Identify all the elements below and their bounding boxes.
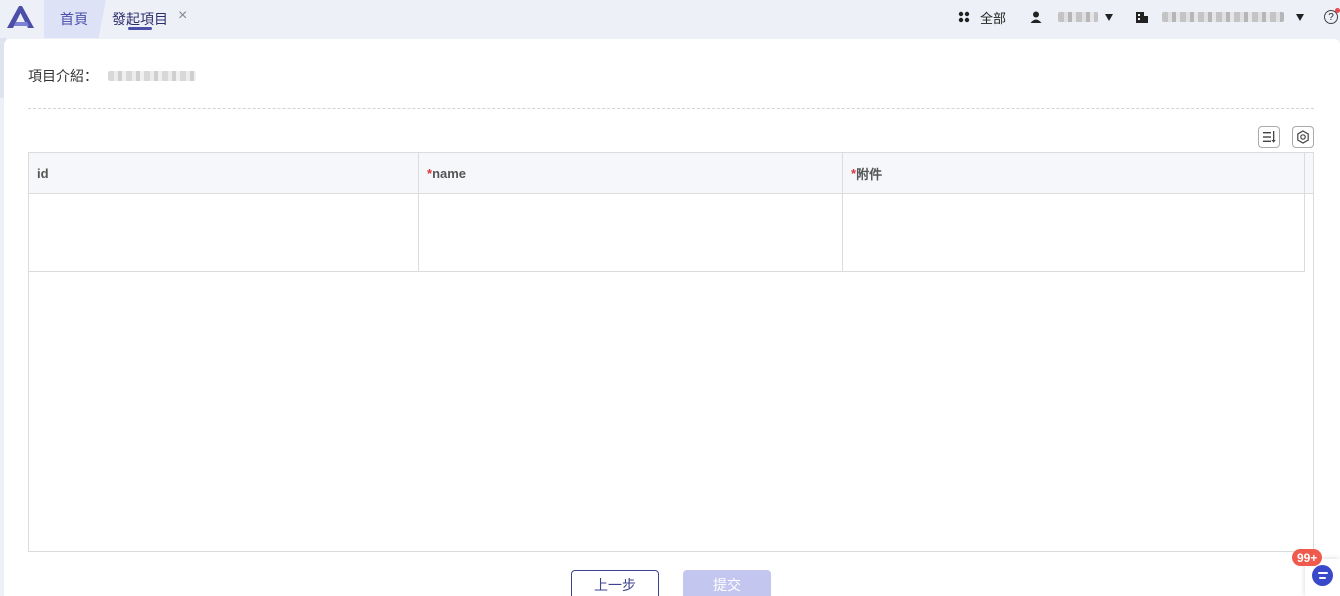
table-settings-button[interactable]: [1292, 126, 1314, 148]
user-name-redacted: [1058, 12, 1098, 22]
building-icon: [1136, 12, 1148, 23]
tab-home[interactable]: 首頁: [44, 0, 106, 38]
column-header-id-label: id: [37, 165, 49, 181]
user-icon: [1030, 11, 1042, 23]
cell-id[interactable]: [29, 194, 419, 271]
column-header-attachment-label: 附件: [856, 166, 883, 182]
grid-apps-icon: [958, 11, 970, 23]
project-intro-label: 項目介紹：: [28, 68, 98, 84]
top-bar: 首頁 發起項目 × 全部 ?: [0, 0, 1340, 38]
column-order-button[interactable]: [1258, 126, 1280, 148]
chat-icon[interactable]: [1312, 565, 1333, 586]
active-tab-indicator: [128, 27, 152, 30]
chevron-down-icon: [1296, 13, 1304, 21]
previous-step-button[interactable]: 上一步: [571, 570, 659, 596]
table-header: id * name * 附件: [29, 153, 1313, 194]
help-label: ?: [1328, 11, 1334, 23]
user-menu[interactable]: [1030, 11, 1113, 23]
app-logo-icon[interactable]: [5, 4, 37, 30]
chevron-down-icon: [1105, 13, 1113, 21]
main-panel: 項目介紹： id * name * 附件 上一步 提交: [4, 39, 1340, 596]
section-divider: [28, 108, 1314, 109]
table-row[interactable]: [29, 194, 1305, 272]
notification-badge: 99+: [1292, 549, 1323, 566]
organization-menu[interactable]: [1135, 11, 1304, 23]
header-tools: 全部 ?: [958, 0, 1340, 34]
tab-home-label: 首頁: [60, 11, 88, 27]
settings-gear-icon: [1297, 130, 1309, 144]
all-label: 全部: [979, 10, 1006, 26]
organization-name-redacted: [1162, 12, 1284, 22]
help-icon[interactable]: ?: [1324, 8, 1340, 24]
tab-start-project[interactable]: 發起項目: [112, 0, 168, 38]
column-sort-icon: [1263, 131, 1276, 143]
project-intro: 項目介紹：: [28, 66, 196, 86]
column-header-attachment[interactable]: * 附件: [843, 153, 1305, 193]
cell-name[interactable]: [419, 194, 843, 271]
column-header-name[interactable]: * name: [419, 153, 843, 193]
project-intro-value-redacted: [108, 71, 196, 81]
cell-attachment[interactable]: [843, 194, 1305, 271]
column-header-id[interactable]: id: [29, 153, 419, 193]
help-notification-dot: [1335, 8, 1340, 13]
close-icon[interactable]: ×: [178, 7, 187, 25]
column-header-name-label: name: [432, 165, 467, 181]
tab-start-project-label: 發起項目: [112, 11, 168, 27]
data-table: id * name * 附件: [28, 152, 1314, 552]
app-switcher[interactable]: 全部: [958, 8, 1006, 27]
submit-button[interactable]: 提交: [683, 570, 771, 596]
